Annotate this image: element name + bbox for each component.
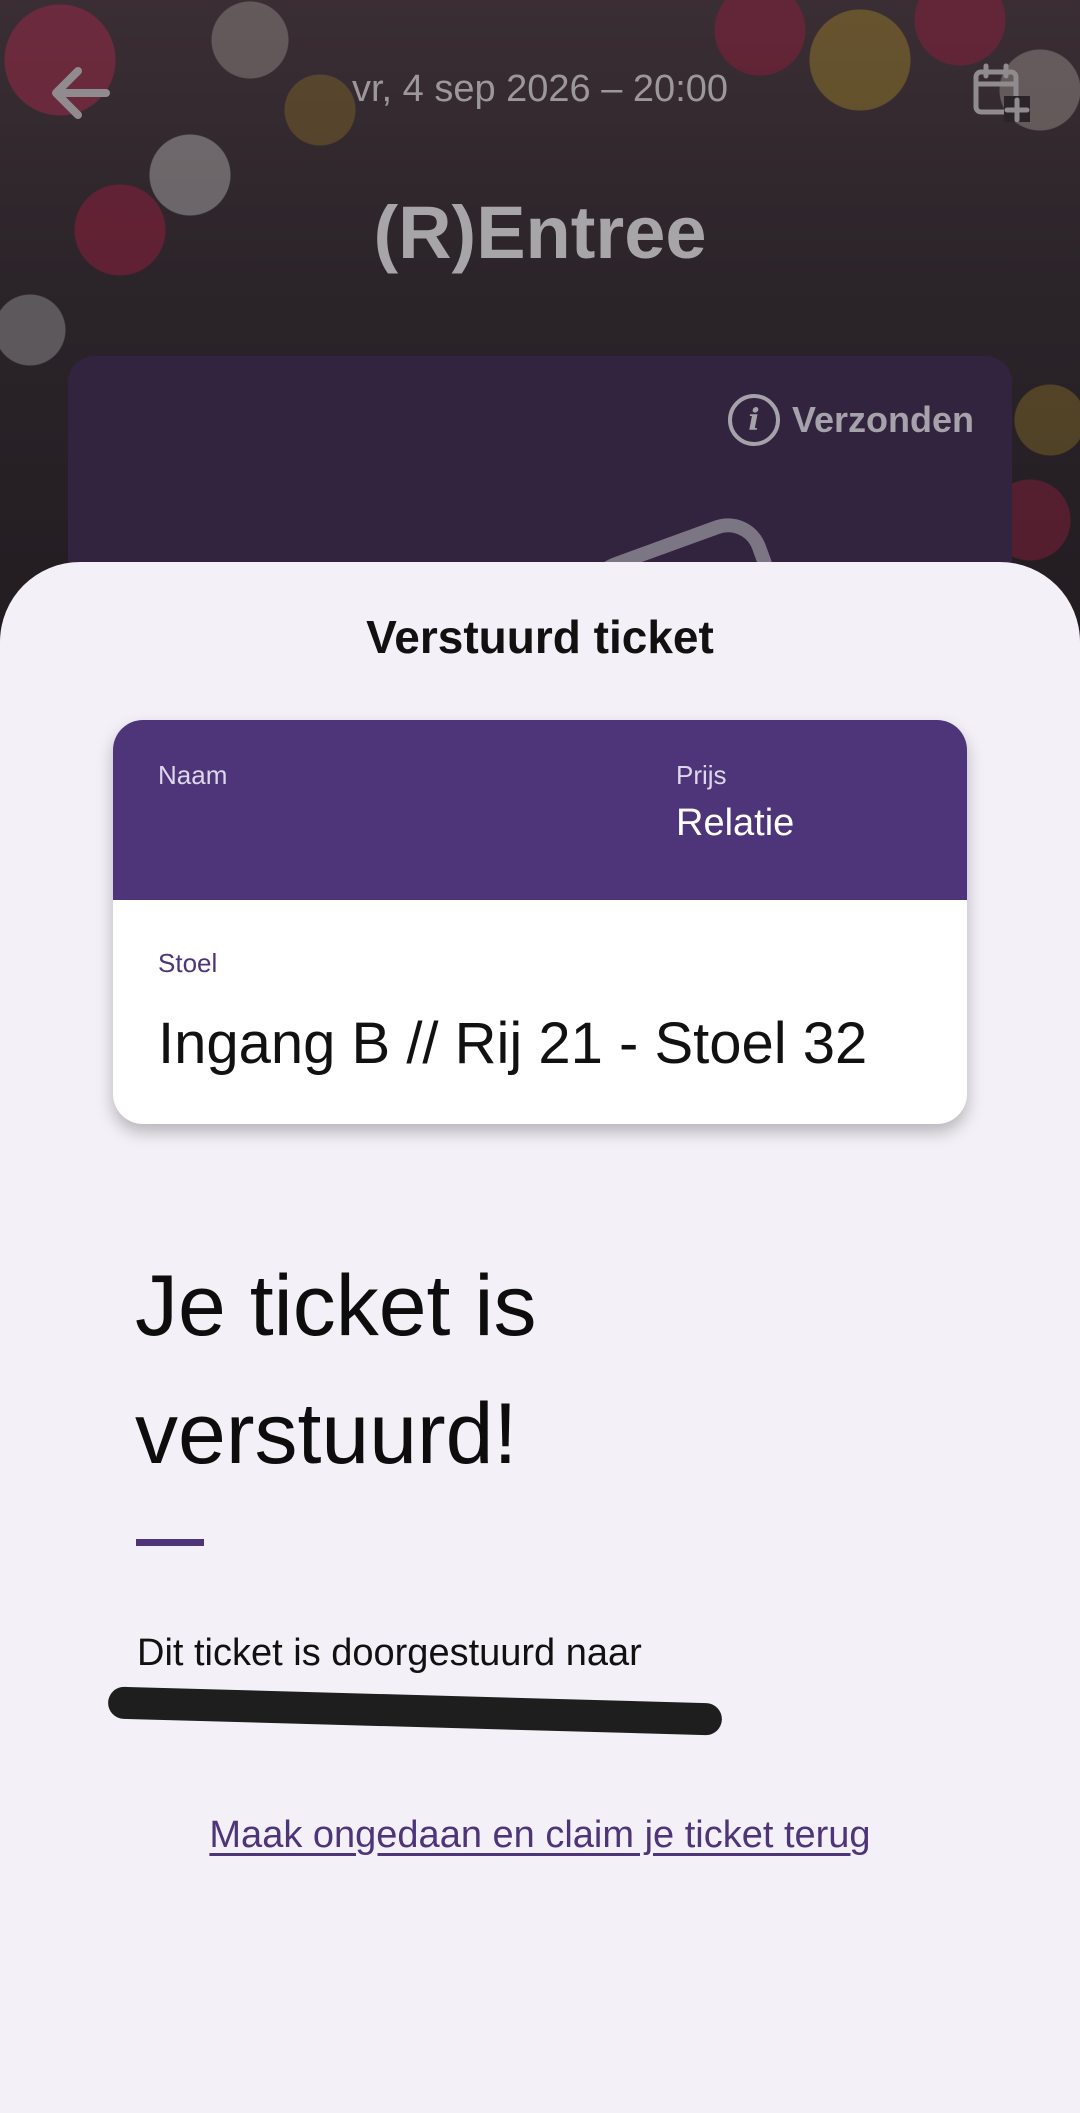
seat-value: Ingang B // Rij 21 - Stoel 32 [158,1011,868,1076]
info-icon: i [727,394,780,446]
seat-label: Stoel [158,948,218,978]
heading-line-1: Je ticket is [135,1258,537,1354]
price-value: Relatie [676,802,795,844]
forwarded-info-text: Dit ticket is doorgestuurd naar [137,1632,642,1674]
heading-line-2: verstuurd! [135,1386,518,1482]
arrow-left-icon [52,67,110,119]
back-button[interactable] [40,58,120,128]
confirmation-heading: Je ticket is verstuurd! [135,1242,955,1498]
status-label: Verzonden [791,399,974,440]
accent-divider [136,1539,204,1546]
sent-ticket-sheet: Verstuurd ticket Naam Prijs Relatie Stoe… [0,562,1080,2113]
name-label: Naam [158,760,228,790]
sheet-title: Verstuurd ticket [366,611,714,663]
event-date: vr, 4 sep 2026 – 20:00 [351,68,729,110]
undo-claim-link[interactable]: Maak ongedaan en claim je ticket terug [0,1814,1080,1857]
price-label: Prijs [676,760,727,790]
redacted-email [107,1686,723,1736]
ticket-card-header: Naam Prijs Relatie [113,720,967,900]
top-bar: vr, 4 sep 2026 – 20:00 [0,40,1080,140]
event-background: vr, 4 sep 2026 – 20:00 (R)Entree i Verzo… [0,0,1080,620]
add-to-calendar-button[interactable] [960,52,1040,132]
status-badge[interactable]: i Verzonden [727,394,974,446]
event-title: (R)Entree [373,191,707,274]
ticket-card: Naam Prijs Relatie Stoel Ingang B // Rij… [113,720,967,1124]
calendar-add-icon [973,63,1030,122]
